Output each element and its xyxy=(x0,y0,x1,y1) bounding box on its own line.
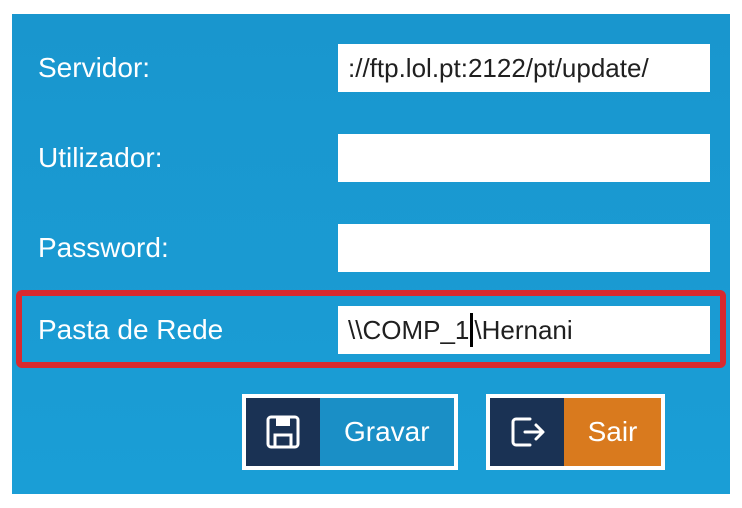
row-utilizador: Utilizador: xyxy=(38,134,710,182)
settings-panel: Servidor: Utilizador: Password: Pasta de… xyxy=(12,14,730,494)
gravar-button[interactable]: Gravar xyxy=(242,394,458,470)
label-servidor: Servidor: xyxy=(38,52,338,84)
text-caret xyxy=(470,313,473,347)
button-bar: Gravar Sair xyxy=(242,394,665,470)
row-password: Password: xyxy=(38,224,710,272)
exit-icon xyxy=(490,398,564,466)
label-pasta-de-rede: Pasta de Rede xyxy=(38,314,338,346)
row-servidor: Servidor: xyxy=(38,44,710,92)
input-pasta-de-rede[interactable]: \\COMP_1\Hernani xyxy=(338,306,710,354)
input-utilizador[interactable] xyxy=(338,134,710,182)
pasta-value-after: \Hernani xyxy=(474,315,572,346)
label-utilizador: Utilizador: xyxy=(38,142,338,174)
label-password: Password: xyxy=(38,232,338,264)
sair-button[interactable]: Sair xyxy=(486,394,666,470)
save-icon xyxy=(246,398,320,466)
input-password[interactable] xyxy=(338,224,710,272)
gravar-label: Gravar xyxy=(320,398,454,466)
row-pasta-de-rede: Pasta de Rede \\COMP_1\Hernani xyxy=(38,306,710,354)
pasta-value-before: \\COMP_1 xyxy=(348,315,469,346)
input-servidor[interactable] xyxy=(338,44,710,92)
sair-label: Sair xyxy=(564,398,662,466)
